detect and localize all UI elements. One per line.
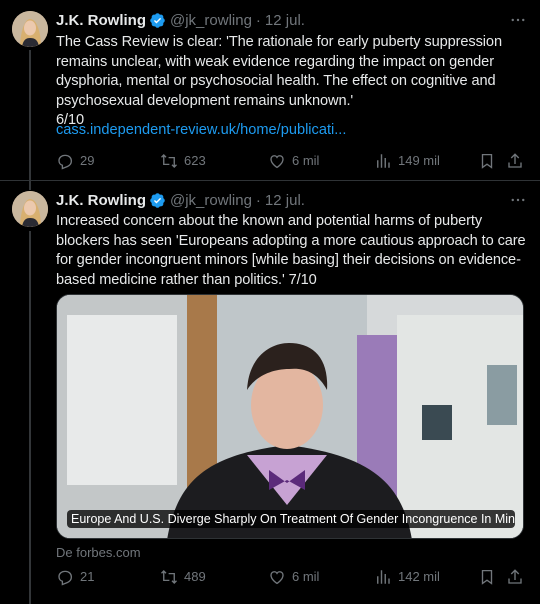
- avatar[interactable]: [12, 191, 48, 227]
- author-handle[interactable]: @jk_rowling: [170, 192, 252, 209]
- more-icon: [511, 198, 525, 202]
- share-button[interactable]: [506, 151, 530, 171]
- tweet-link[interactable]: cass.independent-review.uk/home/publicat…: [56, 122, 346, 138]
- more-button[interactable]: [508, 190, 528, 210]
- avatar-image: [12, 191, 48, 227]
- views-icon: [377, 154, 390, 168]
- link-card[interactable]: Europe And U.S. Diverge Sharply On Treat…: [56, 294, 524, 539]
- thread-line: [29, 231, 31, 604]
- bookmark-icon: [481, 153, 493, 169]
- tweet[interactable]: J.K. Rowling @jk_rowling · 12 jul. Incre…: [0, 181, 540, 604]
- card-title: Europe And U.S. Diverge Sharply On Treat…: [67, 510, 515, 528]
- like-count: 6 mil: [292, 153, 320, 168]
- author-name[interactable]: J.K. Rowling: [56, 192, 146, 209]
- repost-count: 623: [184, 153, 206, 168]
- tweet-text: The Cass Review is clear: 'The rationale…: [56, 34, 502, 128]
- reply-count: 21: [80, 569, 95, 584]
- share-button[interactable]: [506, 567, 530, 587]
- repost-button[interactable]: 489: [160, 567, 206, 587]
- bookmark-button[interactable]: [478, 567, 502, 587]
- separator-dot: ·: [255, 11, 261, 29]
- bookmark-icon: [481, 569, 493, 585]
- like-button[interactable]: 6 mil: [268, 151, 319, 171]
- views-count: 142 mil: [398, 569, 440, 584]
- repost-icon: [161, 570, 177, 584]
- views-button[interactable]: 142 mil: [374, 567, 440, 587]
- like-icon: [270, 571, 284, 585]
- repost-icon: [161, 154, 177, 168]
- tweet-text: Increased concern about the known and po…: [56, 213, 526, 288]
- more-icon: [511, 18, 525, 22]
- action-bar: 21 489 6 mil 142 mil: [56, 567, 526, 587]
- reply-icon: [58, 570, 73, 586]
- reply-button[interactable]: 29: [56, 151, 94, 171]
- author-name[interactable]: J.K. Rowling: [56, 12, 146, 29]
- timestamp[interactable]: 12 jul.: [265, 192, 305, 209]
- thread-line: [29, 181, 31, 190]
- bookmark-button[interactable]: [478, 151, 502, 171]
- share-icon: [508, 569, 522, 584]
- repost-count: 489: [184, 569, 206, 584]
- avatar-image: [12, 11, 48, 47]
- verified-badge-icon: [150, 192, 165, 208]
- card-image: [57, 295, 523, 538]
- verified-badge-icon: [150, 12, 165, 28]
- reply-icon: [58, 154, 73, 170]
- repost-button[interactable]: 623: [160, 151, 206, 171]
- like-icon: [270, 155, 284, 169]
- avatar[interactable]: [12, 11, 48, 47]
- like-button[interactable]: 6 mil: [268, 567, 319, 587]
- timestamp[interactable]: 12 jul.: [265, 12, 305, 29]
- views-button[interactable]: 149 mil: [374, 151, 440, 171]
- author-handle[interactable]: @jk_rowling: [170, 12, 252, 29]
- like-count: 6 mil: [292, 569, 320, 584]
- tweet[interactable]: J.K. Rowling @jk_rowling · 12 jul. The C…: [0, 0, 540, 181]
- more-button[interactable]: [508, 10, 528, 30]
- card-source[interactable]: De forbes.com: [56, 545, 141, 560]
- views-count: 149 mil: [398, 153, 440, 168]
- separator-dot: ·: [255, 191, 261, 209]
- thread-line: [29, 50, 31, 181]
- reply-button[interactable]: 21: [56, 567, 94, 587]
- tweet-header: J.K. Rowling @jk_rowling · 12 jul.: [56, 10, 528, 30]
- action-bar: 29 623 6 mil 149 mil: [56, 151, 526, 171]
- views-icon: [377, 570, 390, 584]
- reply-count: 29: [80, 153, 95, 168]
- share-icon: [508, 153, 522, 168]
- tweet-header: J.K. Rowling @jk_rowling · 12 jul.: [56, 190, 528, 210]
